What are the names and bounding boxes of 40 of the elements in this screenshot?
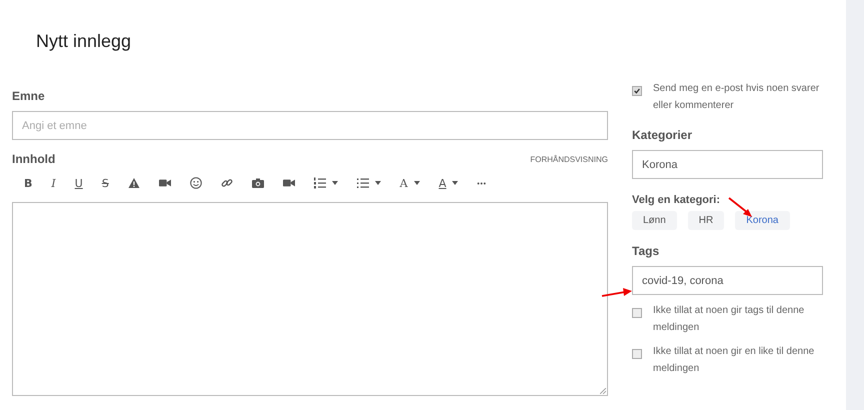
underline-button[interactable]: U	[74, 176, 83, 190]
category-field[interactable]: Korona	[632, 150, 823, 179]
italic-button[interactable]: I	[51, 176, 56, 190]
checkbox-label: Ikke tillat at noen gir en like til denne meldingen	[653, 345, 816, 376]
page-title: Nytt innlegg	[36, 31, 132, 53]
smiley-icon[interactable]	[190, 177, 202, 189]
caret-icon[interactable]	[332, 181, 338, 185]
field-label: Emne	[12, 89, 46, 103]
category-chip[interactable]: HR	[688, 211, 724, 230]
preview-link[interactable]: FORHÅNDSVISNING	[530, 154, 608, 164]
camera-icon[interactable]	[252, 177, 264, 189]
checkbox[interactable]	[632, 308, 642, 318]
more-icon[interactable]	[477, 182, 486, 184]
caret-icon[interactable]	[452, 181, 458, 185]
link-icon[interactable]	[220, 177, 233, 189]
video-camera-icon[interactable]	[158, 177, 171, 189]
tags-field[interactable]: covid-19, corona	[632, 266, 823, 295]
bullet-list-icon[interactable]	[356, 177, 369, 189]
field-label: Innhold	[12, 152, 56, 166]
warning-icon[interactable]	[128, 177, 140, 189]
checkbox[interactable]	[632, 349, 642, 359]
category-chip[interactable]: Lønn	[632, 211, 677, 230]
subject-field[interactable]: Angi et emne	[12, 111, 608, 140]
category-chip[interactable]: Korona	[735, 211, 790, 230]
arrow-drawing	[601, 288, 633, 298]
numbered-list-icon[interactable]	[314, 177, 326, 189]
caret-icon[interactable]	[414, 181, 420, 185]
checkbox-label: Ikke tillat at noen gir tags til denne meldingen	[653, 304, 806, 335]
field-label: Velg en kategori:	[632, 194, 722, 206]
resize-grip-icon[interactable]	[600, 388, 606, 394]
text-color-button[interactable]: A	[438, 176, 446, 190]
video-camera-icon[interactable]	[282, 177, 295, 189]
strikethrough-button[interactable]: S	[102, 176, 109, 190]
checkbox[interactable]	[632, 86, 642, 96]
bold-button[interactable]: B	[24, 176, 32, 190]
field-label: Tags	[632, 244, 660, 258]
caret-icon[interactable]	[374, 181, 381, 185]
font-button[interactable]: A	[400, 176, 408, 190]
field-label: Kategorier	[632, 128, 694, 142]
checkbox-label: Send meg en e-post hvis noen svarer eller kommenterer	[653, 82, 820, 113]
